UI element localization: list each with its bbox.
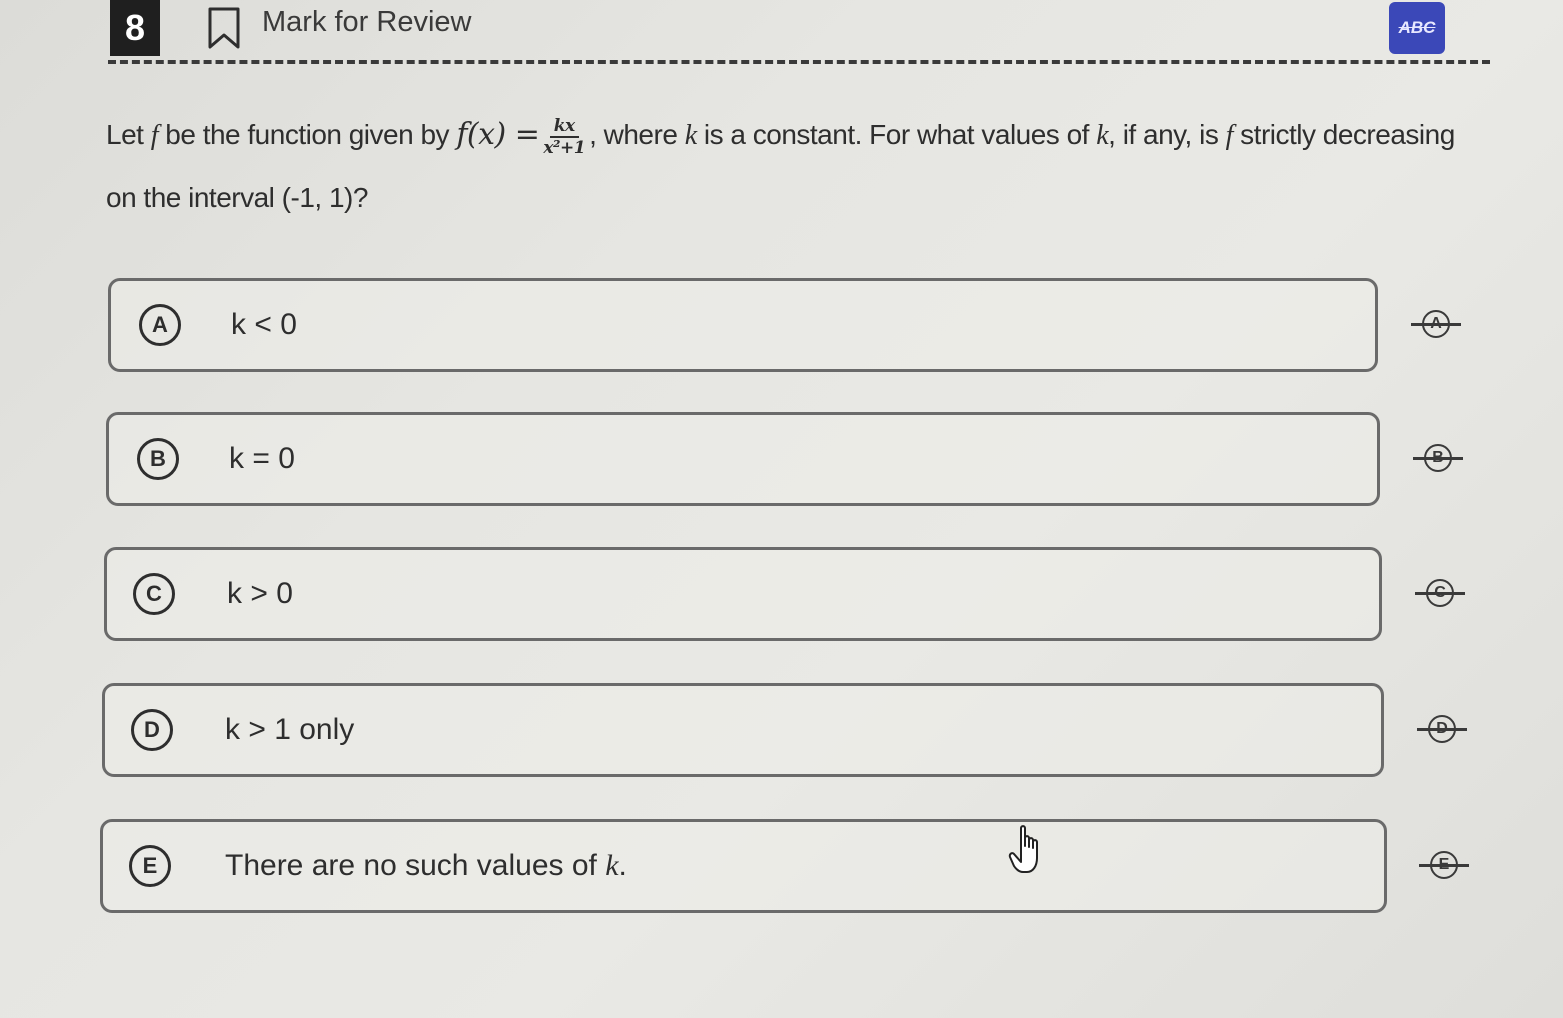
bookmark-icon[interactable] <box>206 6 242 50</box>
fraction: kx x²+1 <box>543 115 586 158</box>
answer-option-a[interactable]: A k < 0 <box>108 278 1378 372</box>
option-letter-c: C <box>133 573 175 615</box>
option-letter-b: B <box>137 438 179 480</box>
header-divider <box>108 60 1490 64</box>
eliminate-option-c-button[interactable]: C <box>1411 574 1469 614</box>
mark-for-review-button[interactable]: Mark for Review <box>262 6 472 39</box>
option-text-a: k < 0 <box>231 308 297 341</box>
question-text: Let f be the function given by f(x) = kx x… <box>106 115 1455 213</box>
question-number: 8 <box>110 0 160 56</box>
answer-option-d[interactable]: D k > 1 only <box>102 683 1384 777</box>
option-letter-e: E <box>129 845 171 887</box>
question-header: 8 Mark for Review ABC <box>0 0 1563 64</box>
option-letter-a: A <box>139 304 181 346</box>
option-letter-d: D <box>131 709 173 751</box>
eliminate-option-a-button[interactable]: A <box>1407 305 1465 345</box>
answer-option-b[interactable]: B k = 0 <box>106 412 1380 506</box>
option-text-b: k = 0 <box>229 442 295 475</box>
eliminate-option-b-button[interactable]: B <box>1409 439 1467 479</box>
abc-strikethrough-icon: ABC <box>1398 18 1436 37</box>
option-text-d: k > 1 only <box>225 713 355 746</box>
eliminate-option-d-button[interactable]: D <box>1413 710 1471 750</box>
eliminate-option-e-button[interactable]: E <box>1415 846 1473 886</box>
function-expression: f(x) = <box>456 117 540 152</box>
option-text-c: k > 0 <box>227 577 293 610</box>
hand-pointer-cursor-icon <box>1008 825 1038 873</box>
answer-eliminator-button[interactable]: ABC <box>1389 2 1445 54</box>
answer-option-e[interactable]: E There are no such values of k. <box>100 819 1387 913</box>
option-text-e: There are no such values of k. <box>225 849 627 882</box>
answer-option-c[interactable]: C k > 0 <box>104 547 1382 641</box>
